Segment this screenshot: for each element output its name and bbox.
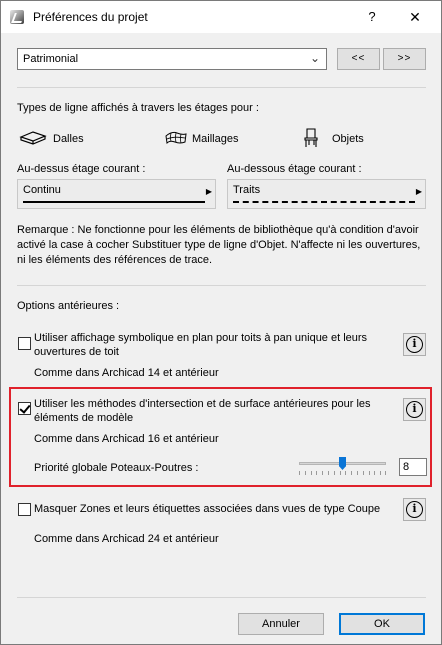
project-preferences-dialog: Préférences du projet ? ✕ Patrimonial ⌄ …	[0, 0, 442, 645]
legacy-options-heading: Options antérieures :	[17, 300, 120, 312]
info-button[interactable]: i	[403, 398, 426, 421]
archicad-app-icon	[10, 10, 24, 24]
info-button[interactable]: i	[403, 498, 426, 521]
element-label-mesh: Maillages	[192, 133, 239, 145]
above-line-type-selector[interactable]: Continu ▶	[17, 179, 216, 209]
line-types-heading: Types de ligne affichés à travers les ét…	[17, 102, 259, 114]
info-icon: i	[406, 336, 423, 353]
mesh-icon	[165, 131, 187, 145]
chair-object-icon	[304, 128, 318, 147]
option-hide-zones-note: Comme dans Archicad 24 et antérieur	[34, 533, 219, 545]
info-icon: i	[406, 401, 423, 418]
preset-dropdown[interactable]: Patrimonial ⌄	[17, 48, 327, 70]
option-legacy-intersection-note: Comme dans Archicad 16 et antérieur	[34, 433, 219, 445]
option-roof-symbolic-checkbox[interactable]	[18, 337, 31, 350]
slab-icon	[19, 131, 47, 145]
option-legacy-intersection-label: Utiliser les méthodes d'intersection et …	[34, 398, 371, 424]
element-slab: Dalles	[19, 128, 129, 150]
priority-value-field[interactable]: 8	[399, 458, 427, 476]
window-title: Préférences du projet	[33, 10, 148, 24]
below-story-label: Au-dessous étage courant :	[227, 163, 362, 175]
element-object: Objets	[303, 128, 393, 150]
close-button[interactable]: ✕	[404, 7, 426, 27]
title-bar: Préférences du projet ? ✕	[1, 1, 441, 33]
chevron-down-icon: ⌄	[309, 51, 320, 65]
remark-text: Remarque : Ne fonctionne pour les élémen…	[17, 224, 421, 266]
option-legacy-intersection-checkbox[interactable]	[18, 402, 31, 415]
info-icon: i	[406, 501, 423, 518]
above-story-label: Au-dessus étage courant :	[17, 163, 146, 175]
preset-selected: Patrimonial	[23, 53, 79, 65]
divider	[17, 285, 426, 286]
option-roof-symbolic-note: Comme dans Archicad 14 et antérieur	[34, 367, 219, 379]
below-line-type-selector[interactable]: Traits ▶	[227, 179, 426, 209]
divider	[17, 87, 426, 88]
option-roof-symbolic-label: Utiliser affichage symbolique en plan po…	[34, 332, 368, 358]
above-line-type-value: Continu	[23, 184, 61, 196]
dashed-line-preview	[233, 201, 415, 203]
info-button[interactable]: i	[403, 333, 426, 356]
element-mesh: Maillages	[164, 128, 274, 150]
previous-preset-button[interactable]: <<	[337, 48, 380, 70]
help-button[interactable]: ?	[361, 7, 383, 27]
caret-right-icon: ▶	[415, 187, 422, 196]
ok-button[interactable]: OK	[339, 613, 425, 635]
element-label-object: Objets	[332, 133, 364, 145]
caret-right-icon: ▶	[205, 187, 212, 196]
element-label-slab: Dalles	[53, 133, 84, 145]
option-hide-zones-label: Masquer Zones et leurs étiquettes associ…	[34, 503, 381, 515]
priority-label: Priorité globale Poteaux-Poutres :	[34, 462, 199, 474]
divider	[17, 597, 426, 598]
next-preset-button[interactable]: >>	[383, 48, 426, 70]
option-hide-zones-checkbox[interactable]	[18, 503, 31, 516]
cancel-button[interactable]: Annuler	[238, 613, 324, 635]
priority-slider-ticks	[299, 471, 386, 475]
below-line-type-value: Traits	[233, 184, 261, 196]
solid-line-preview	[23, 201, 205, 203]
